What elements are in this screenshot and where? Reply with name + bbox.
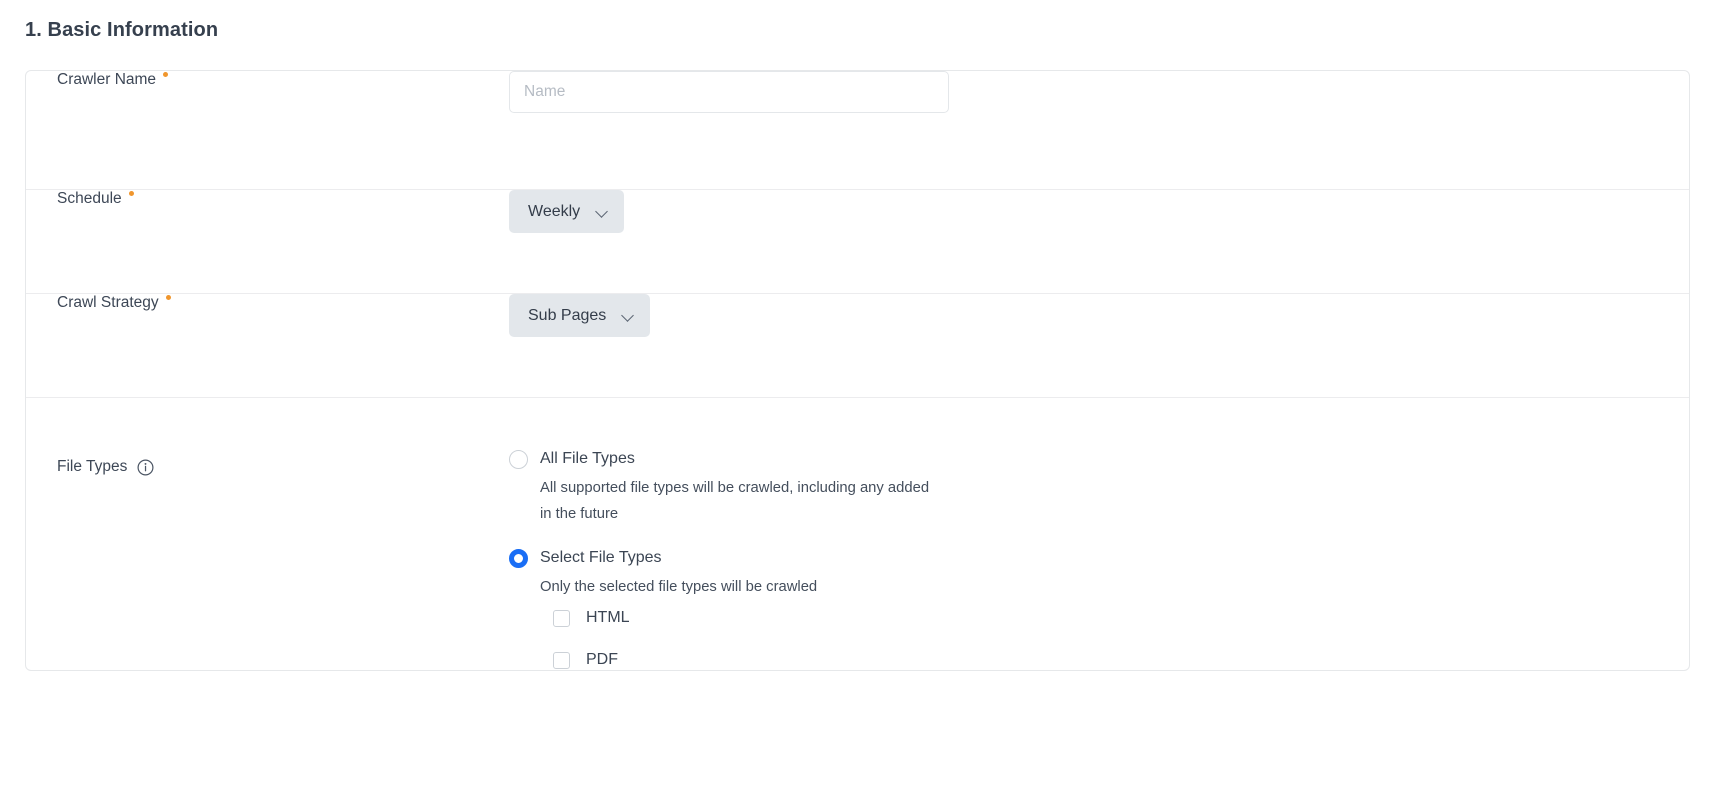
basic-information-card: Crawler Name Schedule Weekly — [25, 70, 1690, 671]
crawl-strategy-label-cell: Crawl Strategy — [26, 294, 509, 312]
checkbox-label-html: HTML — [586, 609, 630, 626]
file-types-field-cell: All File Types All supported file types … — [509, 398, 1689, 670]
form-row-file-types: File Types All File Types All supported … — [26, 398, 1689, 670]
file-types-label-text: File Types — [57, 458, 128, 475]
crawl-strategy-label-text: Crawl Strategy — [57, 294, 159, 311]
schedule-label-text: Schedule — [57, 190, 122, 207]
crawler-name-label-text: Crawler Name — [57, 71, 157, 88]
radio-mark-all-file-types[interactable] — [509, 450, 528, 469]
crawler-name-field-cell — [509, 71, 1689, 113]
file-types-radio-group: All File Types All supported file types … — [509, 448, 930, 670]
required-dot-icon — [163, 72, 169, 77]
schedule-select[interactable]: Weekly — [509, 190, 625, 233]
chevron-down-icon — [622, 309, 635, 322]
schedule-label: Schedule — [57, 190, 134, 208]
file-types-label: File Types — [57, 458, 154, 476]
checkbox-mark-html[interactable] — [553, 609, 570, 627]
chevron-down-icon — [596, 205, 609, 218]
crawler-name-label-cell: Crawler Name — [26, 71, 509, 89]
radio-body-select-file-types: Select File Types Only the selected file… — [540, 547, 817, 670]
radio-label-select-file-types: Select File Types — [540, 549, 662, 566]
schedule-select-value: Weekly — [528, 202, 581, 220]
radio-option-select-file-types[interactable]: Select File Types Only the selected file… — [509, 547, 930, 670]
form-row-schedule: Schedule Weekly — [26, 190, 1689, 294]
info-circle-icon[interactable] — [137, 458, 154, 476]
crawl-strategy-field-cell: Sub Pages — [509, 294, 1689, 337]
form-row-crawl-strategy: Crawl Strategy Sub Pages — [26, 294, 1689, 398]
file-types-label-cell: File Types — [26, 398, 509, 476]
radio-description-select-file-types: Only the selected file types will be cra… — [540, 579, 818, 595]
radio-body-all-file-types: All File Types All supported file types … — [540, 448, 930, 527]
radio-option-all-file-types[interactable]: All File Types All supported file types … — [509, 448, 930, 527]
crawler-name-label: Crawler Name — [57, 71, 169, 89]
radio-label-all-file-types: All File Types — [540, 450, 635, 467]
schedule-field-cell: Weekly — [509, 190, 1689, 233]
crawl-strategy-select[interactable]: Sub Pages — [509, 294, 651, 337]
required-dot-icon — [128, 191, 134, 196]
crawler-name-input[interactable] — [509, 71, 949, 113]
file-type-checkbox-list: HTML PDF — [553, 608, 817, 670]
form-row-crawler-name: Crawler Name — [26, 71, 1689, 190]
crawl-strategy-select-value: Sub Pages — [528, 306, 607, 324]
crawl-strategy-label: Crawl Strategy — [57, 294, 171, 312]
schedule-label-cell: Schedule — [26, 190, 509, 208]
checkbox-mark-pdf[interactable] — [553, 651, 570, 669]
radio-mark-select-file-types[interactable] — [509, 549, 528, 568]
page-title: 1. Basic Information — [25, 19, 219, 41]
checkbox-item-pdf[interactable]: PDF — [553, 650, 817, 670]
checkbox-item-html[interactable]: HTML — [553, 608, 817, 628]
required-dot-icon — [165, 295, 171, 300]
radio-description-all-file-types: All supported file types will be crawled… — [540, 480, 930, 522]
basic-information-page: 1. Basic Information Crawler Name Schedu… — [0, 0, 1712, 792]
checkbox-label-pdf: PDF — [586, 651, 618, 668]
